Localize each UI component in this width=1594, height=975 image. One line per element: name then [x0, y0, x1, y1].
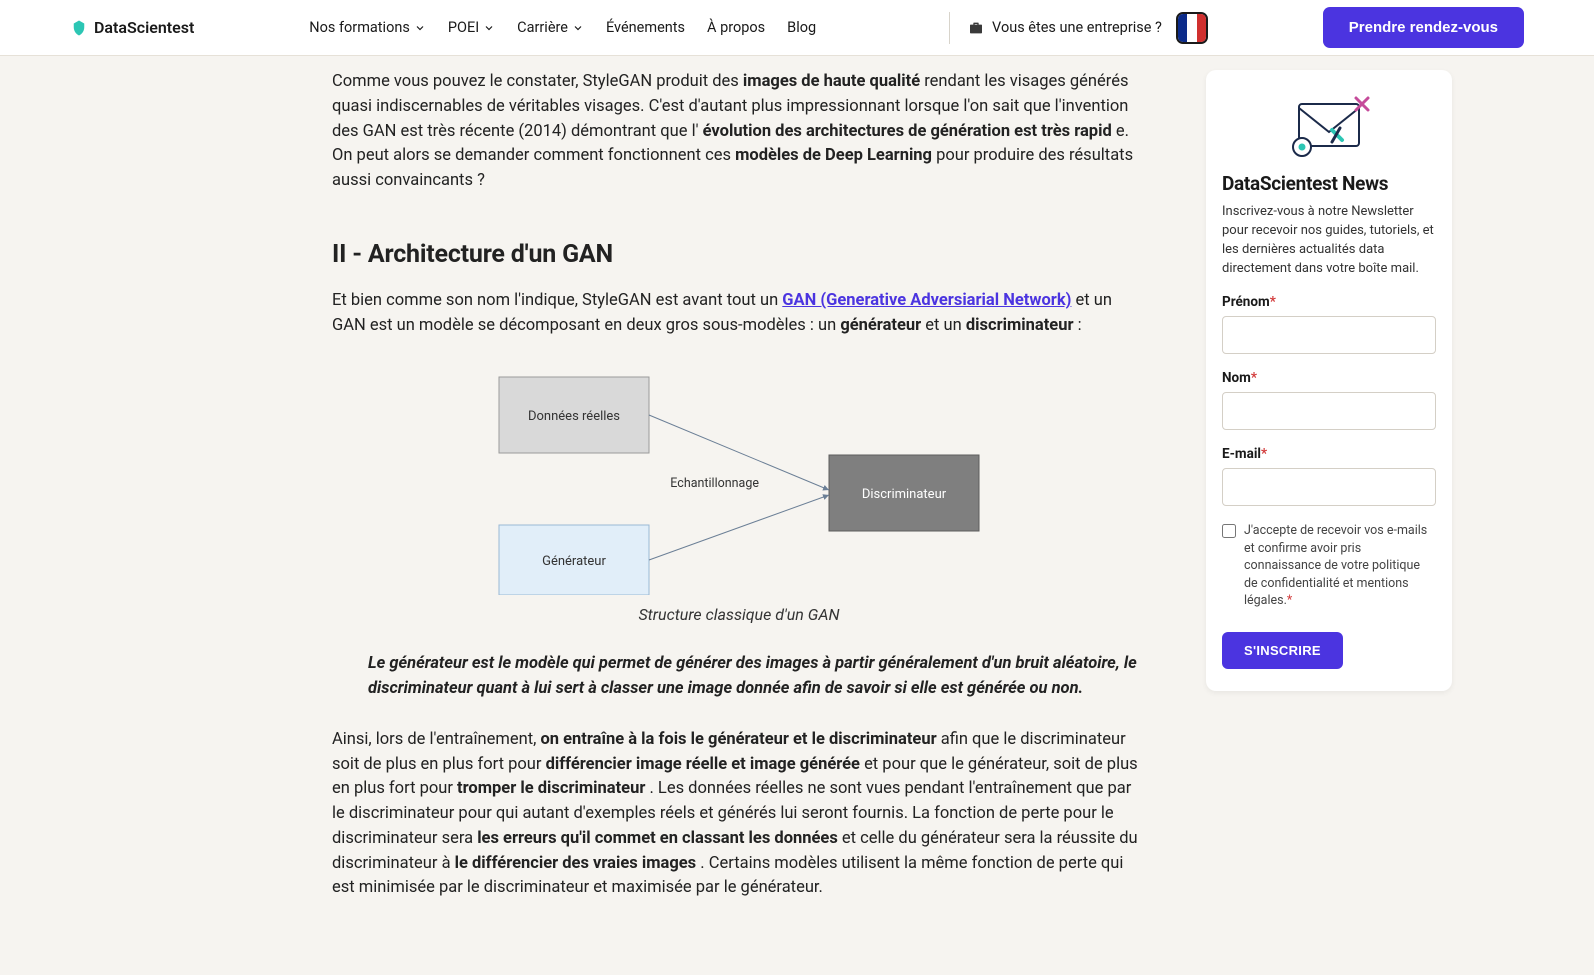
diagram-node-disc: Discriminateur	[862, 487, 947, 502]
brand-logo-icon	[70, 19, 88, 37]
text-bold: modèles de Deep Learning	[735, 146, 932, 165]
paragraph-training: Ainsi, lors de l'entraînement, on entraî…	[332, 728, 1146, 901]
cta-rendezvous-button[interactable]: Prendre rendez-vous	[1323, 7, 1524, 48]
enterprise-link[interactable]: Vous êtes une entreprise ?	[968, 19, 1162, 36]
newsletter-title: DataScientest News	[1222, 172, 1436, 195]
nav-poei-label: POEI	[448, 19, 479, 36]
main-nav: Nos formations POEI Carrière Événements …	[309, 19, 816, 36]
text-bold: les erreurs qu'il commet en classant les…	[477, 829, 838, 848]
text: Ainsi, lors de l'entraînement,	[332, 730, 540, 749]
text-bold: évolution des architectures de génératio…	[703, 122, 1112, 141]
cta-rendezvous-label: Prendre rendez-vous	[1349, 19, 1498, 36]
nav-apropos-label: À propos	[707, 19, 765, 36]
sidebar: DataScientest News Inscrivez-vous à notr…	[1206, 70, 1452, 915]
brand[interactable]: DataScientest	[70, 18, 194, 37]
field-lastname: Nom*	[1222, 370, 1436, 430]
subscribe-label: S'INSCRIRE	[1244, 643, 1321, 658]
field-email: E-mail*	[1222, 446, 1436, 506]
chevron-down-icon	[483, 22, 495, 34]
text-bold: on entraîne à la fois le générateur et l…	[540, 730, 936, 749]
text-bold: discriminateur	[966, 316, 1074, 335]
newsletter-desc: Inscrivez-vous à notre Newsletter pour r…	[1222, 203, 1436, 278]
diagram-caption: Structure classique d'un GAN	[332, 603, 1146, 627]
section-heading: II - Architecture d'un GAN	[332, 236, 1146, 274]
nav-poei[interactable]: POEI	[448, 19, 495, 36]
article-body: Comme vous pouvez le constater, StyleGAN…	[332, 70, 1146, 915]
nav-blog-label: Blog	[787, 19, 816, 36]
enterprise-label: Vous êtes une entreprise ?	[992, 19, 1162, 36]
vertical-separator	[949, 12, 950, 44]
text-bold: tromper le discriminateur	[457, 779, 645, 798]
language-flag-fr[interactable]	[1176, 12, 1208, 44]
nav-evenements-label: Événements	[606, 19, 685, 36]
gan-diagram-svg: Données réelles Générateur Discriminateu…	[489, 365, 989, 595]
lastname-label: Nom*	[1222, 370, 1436, 386]
flag-stripe-blue	[1178, 14, 1187, 42]
newsletter-card: DataScientest News Inscrivez-vous à notr…	[1206, 70, 1452, 691]
briefcase-icon	[968, 20, 984, 36]
text-bold: le différencier des vraies images	[455, 854, 697, 873]
email-label: E-mail*	[1222, 446, 1436, 462]
diagram-node-real: Données réelles	[528, 409, 620, 424]
nav-blog[interactable]: Blog	[787, 19, 816, 36]
text-bold: différencier image réelle et image génér…	[546, 755, 860, 774]
subscribe-button[interactable]: S'INSCRIRE	[1222, 632, 1343, 669]
lastname-input[interactable]	[1222, 392, 1436, 430]
firstname-label: Prénom*	[1222, 294, 1436, 310]
field-firstname: Prénom*	[1222, 294, 1436, 354]
quote-block: Le générateur est le modèle qui permet d…	[368, 651, 1146, 702]
nav-formations-label: Nos formations	[309, 19, 410, 36]
gan-diagram: Données réelles Générateur Discriminateu…	[332, 365, 1146, 595]
email-input[interactable]	[1222, 468, 1436, 506]
flag-stripe-white	[1187, 14, 1196, 42]
chevron-down-icon	[572, 22, 584, 34]
diagram-node-gen: Générateur	[542, 554, 606, 569]
nav-carriere[interactable]: Carrière	[517, 19, 584, 36]
consent-label: J'accepte de recevoir vos e-mails et con…	[1244, 523, 1427, 608]
nav-apropos[interactable]: À propos	[707, 19, 765, 36]
text-bold: générateur	[840, 316, 921, 335]
text-bold: images de haute qualité	[743, 72, 920, 91]
firstname-input[interactable]	[1222, 316, 1436, 354]
consent-checkbox[interactable]	[1222, 524, 1236, 538]
paragraph-gan-def: Et bien comme son nom l'indique, StyleGA…	[332, 289, 1146, 339]
gan-link[interactable]: GAN (Generative Adversiarial Network)	[782, 291, 1071, 310]
top-header: DataScientest Nos formations POEI Carriè…	[0, 0, 1594, 56]
nav-evenements[interactable]: Événements	[606, 19, 685, 36]
text: Comme vous pouvez le constater, StyleGAN…	[332, 72, 743, 91]
brand-name: DataScientest	[94, 18, 194, 37]
flag-stripe-red	[1197, 14, 1206, 42]
chevron-down-icon	[414, 22, 426, 34]
consent-row: J'accepte de recevoir vos e-mails et con…	[1222, 522, 1436, 610]
paragraph-intro: Comme vous pouvez le constater, StyleGAN…	[332, 70, 1146, 194]
label-text: Prénom	[1222, 294, 1270, 310]
text: Et bien comme son nom l'indique, StyleGA…	[332, 291, 782, 310]
text: :	[1078, 316, 1082, 335]
nav-formations[interactable]: Nos formations	[309, 19, 426, 36]
consent-text: J'accepte de recevoir vos e-mails et con…	[1244, 522, 1436, 610]
diagram-edge-label: Echantillonnage	[670, 476, 759, 491]
newsletter-icon	[1284, 92, 1374, 162]
nav-carriere-label: Carrière	[517, 19, 568, 36]
label-text: Nom	[1222, 370, 1251, 386]
text: et un	[925, 316, 966, 335]
label-text: E-mail	[1222, 446, 1261, 462]
